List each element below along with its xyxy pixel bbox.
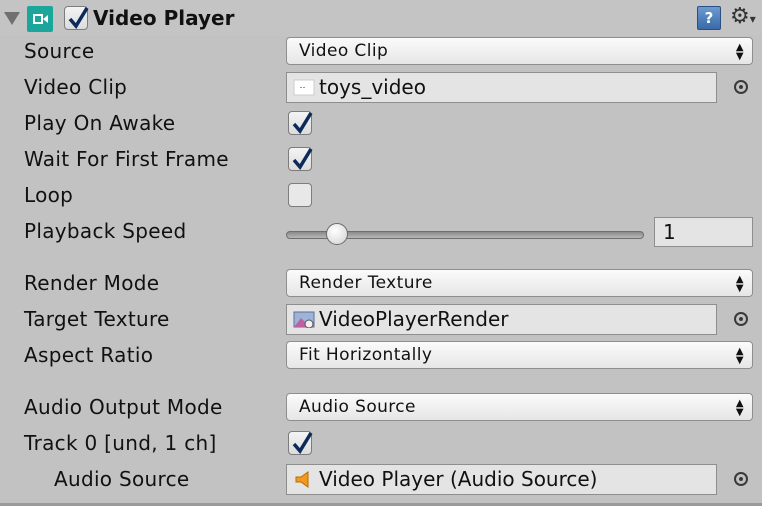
- track-0-label: Track 0 [und, 1 ch]: [24, 431, 217, 455]
- video-player-icon: [27, 6, 53, 32]
- audio-source-icon: [295, 471, 309, 488]
- wait-first-frame-label: Wait For First Frame: [24, 147, 229, 171]
- audio-output-mode-dropdown[interactable]: Audio Source ▲ ▼: [286, 393, 753, 421]
- target-texture-label: Target Texture: [24, 307, 170, 331]
- aspect-ratio-dropdown[interactable]: Fit Horizontally ▲ ▼: [286, 341, 753, 369]
- audio-source-label: Audio Source: [54, 467, 190, 491]
- video-clip-picker-icon[interactable]: [734, 80, 748, 94]
- target-texture-value: VideoPlayerRender: [319, 307, 509, 331]
- help-book-icon[interactable]: ?: [697, 6, 721, 30]
- render-mode-value: Render Texture: [299, 273, 433, 293]
- component-header[interactable]: Video Player ? ⚙▾: [0, 0, 762, 36]
- play-on-awake-checkbox[interactable]: [288, 111, 313, 135]
- render-mode-dropdown[interactable]: Render Texture ▲ ▼: [286, 269, 753, 297]
- audio-output-mode-label: Audio Output Mode: [24, 395, 223, 419]
- dropdown-arrows-icon: ▲ ▼: [735, 346, 744, 366]
- video-clip-icon: [293, 79, 315, 96]
- target-texture-picker-icon[interactable]: [734, 312, 748, 326]
- render-texture-icon: [293, 311, 315, 328]
- target-texture-field[interactable]: VideoPlayerRender: [286, 304, 717, 335]
- audio-source-value: Video Player (Audio Source): [319, 467, 598, 491]
- loop-label: Loop: [24, 183, 74, 207]
- aspect-ratio-label: Aspect Ratio: [24, 343, 154, 367]
- dropdown-arrows-icon: ▲ ▼: [735, 42, 744, 62]
- component-enabled-checkbox[interactable]: [64, 6, 89, 30]
- playback-speed-input[interactable]: 1: [654, 217, 753, 247]
- video-clip-value: toys_video: [319, 75, 426, 99]
- video-clip-label: Video Clip: [24, 75, 128, 99]
- audio-source-field[interactable]: Video Player (Audio Source): [286, 464, 717, 495]
- component-title: Video Player: [93, 6, 235, 30]
- audio-source-picker-icon[interactable]: [734, 472, 748, 486]
- aspect-ratio-value: Fit Horizontally: [299, 345, 433, 365]
- foldout-arrow-icon[interactable]: [4, 12, 20, 25]
- source-value: Video Clip: [299, 41, 389, 61]
- render-mode-label: Render Mode: [24, 271, 160, 295]
- gear-icon[interactable]: ⚙▾: [730, 4, 760, 32]
- loop-checkbox[interactable]: [288, 183, 312, 207]
- playback-speed-label: Playback Speed: [24, 219, 187, 243]
- playback-speed-slider-thumb[interactable]: [326, 223, 349, 245]
- wait-first-frame-checkbox[interactable]: [288, 147, 313, 171]
- dropdown-arrows-icon: ▲ ▼: [735, 274, 744, 294]
- video-clip-field[interactable]: toys_video: [286, 72, 717, 103]
- play-on-awake-label: Play On Awake: [24, 111, 176, 135]
- source-label: Source: [24, 39, 95, 63]
- source-dropdown[interactable]: Video Clip ▲ ▼: [286, 37, 753, 65]
- audio-output-mode-value: Audio Source: [299, 397, 416, 417]
- track-0-checkbox[interactable]: [288, 431, 313, 455]
- dropdown-arrows-icon: ▲ ▼: [735, 398, 744, 418]
